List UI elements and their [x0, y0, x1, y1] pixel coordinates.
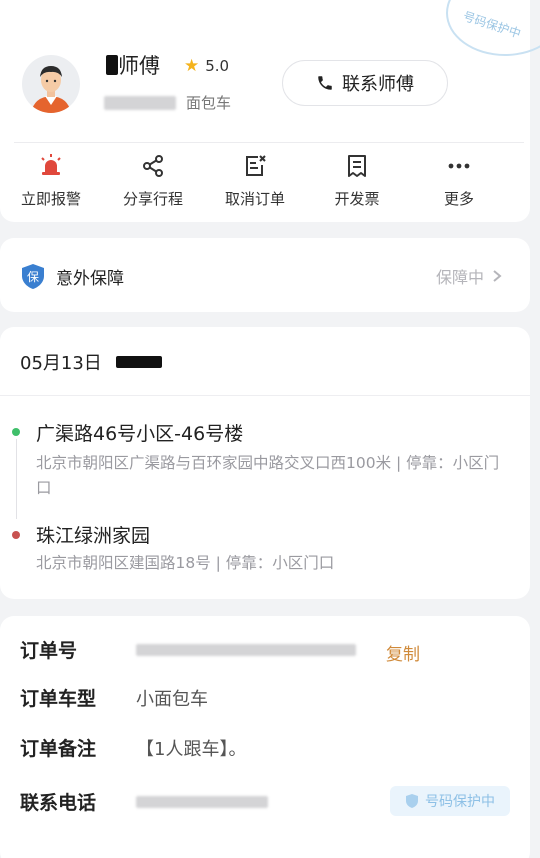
trip-card: 05月13日 广渠路46号小区-46号楼 北京市朝阳区广渠路与百环家园中路交叉口…: [0, 327, 530, 599]
driver-car-info: 面包车: [104, 92, 231, 113]
action-share-label: 分享行程: [122, 190, 183, 208]
trip-divider: [0, 395, 530, 396]
order-vehicle-label: 订单车型: [20, 688, 97, 710]
driver-avatar[interactable]: [22, 55, 80, 113]
order-number-label: 订单号: [20, 640, 78, 662]
redacted-order-number: [136, 643, 356, 656]
action-invoice-label: 开发票: [334, 190, 380, 208]
phone-icon: [318, 76, 332, 90]
car-type: 面包车: [186, 94, 232, 112]
shield-icon: 保: [22, 264, 44, 289]
route-line: [16, 439, 17, 519]
start-location-name: 广渠路46号小区-46号楼: [36, 423, 244, 445]
contact-driver-button[interactable]: 联系师傅: [282, 60, 448, 106]
order-vehicle-row: 订单车型 小面包车: [20, 684, 208, 711]
order-vehicle-value: 小面包车: [136, 688, 208, 710]
lock-shield-icon: [406, 794, 418, 808]
end-point-dot: [12, 531, 20, 539]
driver-avatar-icon: [31, 66, 71, 113]
action-invoice[interactable]: 开发票: [306, 148, 408, 220]
start-location-address: 北京市朝阳区广渠路与百环家园中路交叉口西100米 | 停靠：小区门口: [36, 454, 500, 497]
stamp-text: 号码保护中: [461, 9, 523, 41]
action-bar: 立即报警 分享行程 取消订单 开发票 更多: [0, 148, 530, 220]
end-location-address: 北京市朝阳区建国路18号 | 停靠：小区门口: [36, 554, 335, 572]
redacted-plate: [104, 95, 176, 110]
end-location-name: 珠江绿洲家园: [36, 525, 151, 547]
star-icon: ★: [184, 56, 200, 76]
action-cancel-order-label: 取消订单: [224, 190, 285, 208]
action-alarm-label: 立即报警: [20, 190, 81, 208]
redacted-phone: [136, 795, 268, 808]
redacted-time: [115, 356, 162, 368]
action-share[interactable]: 分享行程: [102, 148, 204, 220]
contact-phone-label: 联系电话: [20, 792, 97, 814]
insurance-label: 意外保障: [56, 268, 124, 289]
action-cancel-order[interactable]: 取消订单: [204, 148, 306, 220]
driver-rating: ★ 5.0: [184, 56, 229, 76]
insurance-card[interactable]: 保 意外保障 保障中: [0, 238, 530, 312]
number-protection-badge[interactable]: 号码保护中: [390, 786, 510, 816]
order-number-row: 订单号: [20, 636, 356, 663]
order-note-label: 订单备注: [20, 738, 97, 760]
copy-order-number-button[interactable]: 复制: [386, 640, 420, 665]
trip-date: 05月13日: [20, 349, 162, 375]
driver-name-suffix: 师傅: [118, 54, 160, 78]
insurance-status: 保障中: [435, 268, 484, 287]
driver-divider: [14, 142, 524, 143]
order-note-value: 【1人跟车】。: [136, 738, 247, 760]
start-point-dot: [12, 428, 20, 436]
order-note-row: 订单备注 【1人跟车】。: [20, 734, 246, 761]
alarm-icon: [41, 154, 61, 175]
action-more[interactable]: 更多: [408, 148, 510, 220]
invoice-icon: [348, 155, 366, 177]
number-protection-stamp: 号码保护中: [446, 0, 540, 56]
contact-phone-row: 联系电话: [20, 788, 268, 815]
more-icon: [448, 163, 470, 169]
chevron-right-icon: [493, 270, 502, 282]
driver-name: 师傅: [106, 50, 160, 80]
action-more-label: 更多: [443, 190, 474, 208]
redacted-surname: [106, 55, 118, 75]
cancel-order-icon: [246, 155, 266, 176]
share-icon: [143, 155, 163, 177]
number-protection-badge-label: 号码保护中: [425, 794, 495, 810]
rating-value: 5.0: [205, 57, 230, 75]
action-alarm[interactable]: 立即报警: [0, 148, 102, 220]
trip-date-text: 05月13日: [20, 353, 102, 374]
shield-icon-char: 保: [27, 270, 39, 284]
contact-driver-label: 联系师傅: [342, 74, 414, 95]
